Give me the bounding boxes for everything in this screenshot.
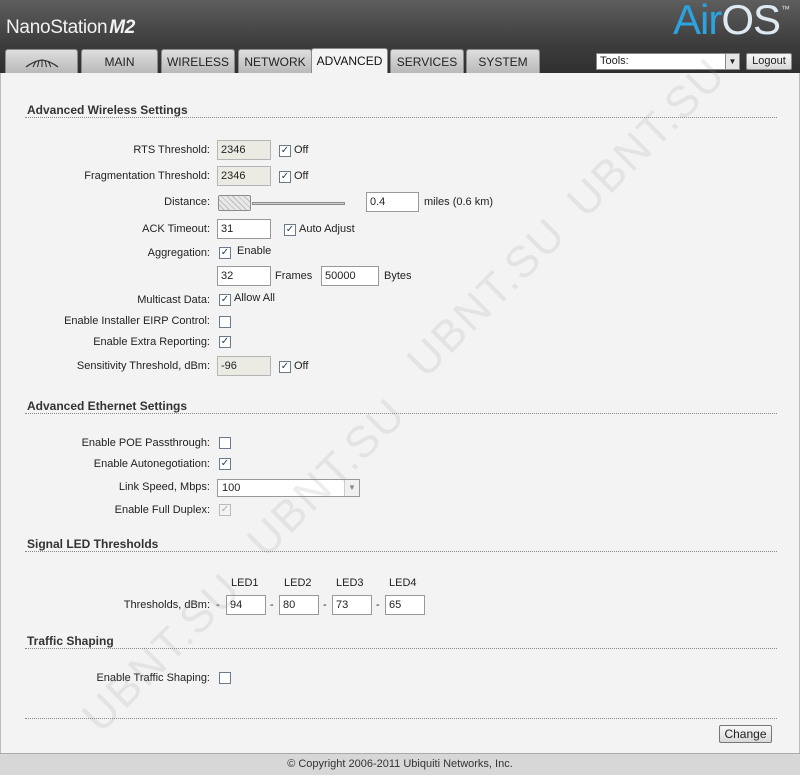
airos-logo: AirOS™ — [672, 0, 790, 44]
tools-select-value: Tools: — [600, 55, 629, 67]
watermark: UBNT.SU — [72, 563, 251, 742]
led4-threshold-input[interactable]: 65 — [385, 595, 425, 615]
tools-select[interactable]: Tools: ▼ — [596, 53, 740, 70]
tab-ubnt-logo[interactable] — [5, 49, 78, 73]
airos-logo-os: OS — [721, 0, 781, 43]
tab-wireless[interactable]: WIRELESS — [161, 49, 235, 73]
rts-threshold-input[interactable]: 2346 — [217, 140, 271, 160]
poe-passthrough-checkbox[interactable] — [219, 437, 231, 449]
led2-threshold-input[interactable]: 80 — [279, 595, 319, 615]
tab-advanced[interactable]: ADVANCED — [311, 48, 388, 73]
rts-off-label: Off — [294, 144, 309, 156]
full-duplex-checkbox[interactable]: ✓ — [219, 504, 231, 516]
section-divider — [25, 413, 777, 414]
section-title-signal-led: Signal LED Thresholds — [27, 537, 159, 551]
tab-services[interactable]: SERVICES — [390, 49, 464, 73]
autonegotiation-checkbox[interactable]: ✓ — [219, 458, 231, 470]
section-title-advanced-wireless: Advanced Wireless Settings — [27, 103, 188, 117]
section-title-traffic-shaping: Traffic Shaping — [27, 634, 114, 648]
sensitivity-off-checkbox[interactable]: ✓ — [279, 361, 291, 373]
led3-header: LED3 — [336, 577, 364, 589]
tab-network[interactable]: NETWORK — [238, 49, 312, 73]
distance-input[interactable]: 0.4 — [366, 192, 419, 212]
ubnt-logo-icon — [25, 59, 58, 68]
header-bar: NanoStation M2 AirOS™ MAIN WIRELESS NETWO… — [0, 0, 800, 73]
aggregation-frames-input[interactable]: 32 — [217, 266, 271, 286]
autonegotiation-label: Enable Autonegotiation: — [93, 458, 210, 470]
led3-threshold-input[interactable]: 73 — [332, 595, 372, 615]
led1-minus-sign: - — [216, 599, 220, 611]
link-speed-select[interactable]: 100 ▼ — [217, 479, 360, 497]
ack-timeout-label: ACK Timeout: — [142, 223, 210, 235]
multicast-allow-all-label: Allow All — [234, 292, 275, 304]
traffic-shaping-label: Enable Traffic Shaping: — [96, 672, 210, 684]
distance-slider-track[interactable] — [252, 202, 345, 205]
aggregation-bytes-input[interactable]: 50000 — [321, 266, 379, 286]
sensitivity-threshold-input[interactable]: -96 — [217, 356, 271, 376]
rts-off-checkbox[interactable]: ✓ — [279, 145, 291, 157]
section-divider — [25, 718, 777, 719]
section-divider — [25, 648, 777, 649]
led2-minus-sign: - — [270, 599, 274, 611]
ack-auto-adjust-checkbox[interactable]: ✓ — [284, 224, 296, 236]
led1-header: LED1 — [231, 577, 259, 589]
eirp-control-label: Enable Installer EIRP Control: — [64, 315, 210, 327]
logout-button[interactable]: Logout — [746, 53, 792, 70]
chevron-down-icon[interactable]: ▼ — [725, 54, 739, 69]
distance-unit-text: miles (0.6 km) — [424, 196, 494, 208]
fragmentation-off-checkbox[interactable]: ✓ — [279, 171, 291, 183]
link-speed-label: Link Speed, Mbps: — [118, 481, 210, 493]
product-name: NanoStation — [6, 17, 108, 38]
aggregation-label: Aggregation: — [147, 247, 210, 259]
section-divider — [25, 551, 777, 552]
product-model: M2 — [109, 17, 136, 38]
led1-threshold-input[interactable]: 94 — [226, 595, 266, 615]
distance-label: Distance: — [164, 196, 210, 208]
led2-header: LED2 — [284, 577, 312, 589]
multicast-allow-all-checkbox[interactable]: ✓ — [219, 294, 231, 306]
led3-minus-sign: - — [323, 599, 327, 611]
led4-header: LED4 — [389, 577, 417, 589]
thresholds-label: Thresholds, dBm: — [123, 599, 210, 611]
fragmentation-threshold-label: Fragmentation Threshold: — [84, 170, 210, 182]
trademark-mark: ™ — [781, 4, 790, 14]
section-title-advanced-ethernet: Advanced Ethernet Settings — [27, 399, 188, 413]
fragmentation-off-label: Off — [294, 170, 309, 182]
extra-reporting-checkbox[interactable]: ✓ — [219, 336, 231, 348]
full-duplex-label: Enable Full Duplex: — [114, 504, 210, 516]
product-logo: NanoStation M2 — [6, 17, 135, 39]
change-button[interactable]: Change — [719, 725, 772, 743]
ack-auto-adjust-label: Auto Adjust — [299, 223, 355, 235]
extra-reporting-label: Enable Extra Reporting: — [93, 336, 210, 348]
sensitivity-off-label: Off — [294, 360, 309, 372]
multicast-data-label: Multicast Data: — [137, 294, 210, 306]
rts-threshold-label: RTS Threshold: — [133, 144, 210, 156]
led4-minus-sign: - — [376, 599, 380, 611]
bytes-label: Bytes — [384, 270, 412, 282]
eirp-control-checkbox[interactable] — [219, 316, 231, 328]
link-speed-value: 100 — [222, 482, 241, 494]
aggregation-enable-label: Enable — [237, 245, 272, 257]
poe-passthrough-label: Enable POE Passthrough: — [81, 437, 210, 449]
settings-panel: Advanced Wireless Settings RTS Threshold… — [0, 49, 800, 753]
distance-slider-handle[interactable] — [218, 195, 251, 211]
traffic-shaping-checkbox[interactable] — [219, 672, 231, 684]
frames-label: Frames — [275, 270, 313, 282]
chevron-down-icon: ▼ — [344, 480, 359, 496]
fragmentation-threshold-input[interactable]: 2346 — [217, 166, 271, 186]
ack-timeout-input[interactable]: 31 — [217, 219, 271, 239]
sensitivity-threshold-label: Sensitivity Threshold, dBm: — [76, 360, 210, 372]
watermark: UBNT.SU — [557, 48, 736, 227]
copyright-footer: © Copyright 2006-2011 Ubiquiti Networks,… — [0, 753, 800, 775]
tab-system[interactable]: SYSTEM — [466, 49, 540, 73]
watermark: UBNT.SU — [397, 208, 576, 387]
section-divider — [25, 117, 777, 118]
watermark: UBNT.SU — [237, 388, 416, 567]
tab-main[interactable]: MAIN — [81, 49, 158, 73]
aggregation-enable-checkbox[interactable]: ✓ — [219, 247, 231, 259]
airos-logo-air: Air — [672, 0, 722, 43]
